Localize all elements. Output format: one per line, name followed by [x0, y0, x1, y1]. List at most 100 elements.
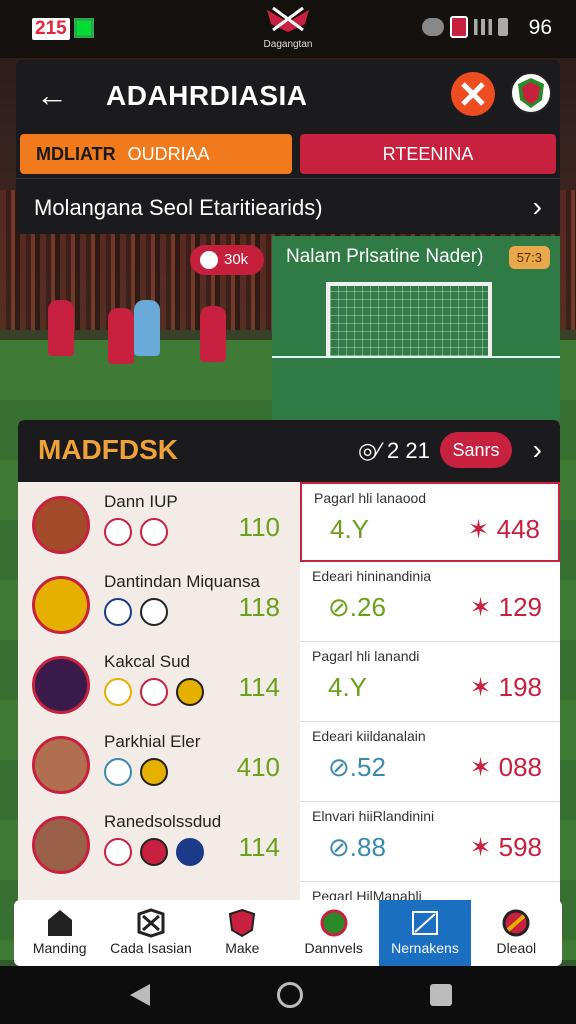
- stat-number: ✶ 448: [467, 514, 540, 544]
- stat-value: ⊘.26: [328, 592, 386, 622]
- recents-icon[interactable]: [430, 984, 452, 1006]
- player-score: 410: [236, 752, 280, 782]
- club-badge-icon: [140, 838, 168, 866]
- stat-number: ✶ 129: [469, 592, 542, 622]
- followers-count: 30k: [224, 251, 249, 268]
- followers-pill[interactable]: 30k: [190, 245, 264, 275]
- club-badge-icon: [176, 838, 204, 866]
- stat-number: ✶ 198: [469, 672, 542, 702]
- profile-avatar[interactable]: [510, 72, 552, 114]
- section-link-label: Molangana Seol Etaritiearids): [34, 195, 323, 220]
- nav-item-dannvels[interactable]: Dannvels: [288, 900, 379, 966]
- stat-label: Edeari kiildanalain: [312, 728, 426, 744]
- page-title: ADAHRDIASIA: [106, 80, 308, 111]
- battery-level: 96: [528, 16, 552, 39]
- nav-label: Make: [225, 940, 260, 956]
- home-circle-icon[interactable]: [277, 982, 303, 1008]
- crest-icon: [320, 909, 348, 937]
- tab-primary[interactable]: MDLIATR OUDRIAA: [20, 134, 292, 174]
- stat-row[interactable]: Edeari hininandinia ⊘.26 ✶ 129: [300, 562, 560, 642]
- player-name: Ranedsolssdud: [104, 812, 222, 831]
- tab-bar: MDLIATR OUDRIAA RTEENINA: [16, 132, 560, 178]
- stat-value: 4.Y: [330, 514, 370, 544]
- card-header: MADFDSK ◎⁄ 2 21 Sanrs ›: [18, 420, 560, 482]
- stat-value: ⊘.88: [328, 832, 386, 862]
- card-count: ◎⁄ 2 21: [358, 438, 430, 463]
- arrow-left-icon[interactable]: ←: [36, 78, 68, 112]
- list-item[interactable]: Kakcal Sud 114: [18, 646, 300, 726]
- player-score: 114: [238, 672, 280, 702]
- nav-item-cada[interactable]: Cada Isasian: [105, 900, 196, 966]
- logo-text: Dagangtan: [263, 39, 313, 50]
- tab-secondary[interactable]: RTEENINA: [300, 134, 556, 174]
- club-badge-icon: [140, 518, 168, 546]
- list-item[interactable]: Ranedsolssdud 114: [18, 806, 300, 886]
- stat-label: Pagarl hli lanandi: [312, 648, 420, 664]
- club-badge-icon: [140, 598, 168, 626]
- avatar: [32, 816, 90, 874]
- club-badge-icon: [104, 758, 132, 786]
- tab-primary-sublabel: OUDRIAA: [127, 144, 210, 164]
- status-icons: [422, 16, 508, 38]
- player-name: Parkhial Eler: [104, 732, 201, 751]
- chat-icon: [422, 18, 444, 36]
- card-action-button[interactable]: Sanrs: [440, 432, 512, 468]
- stat-row[interactable]: Elnvari hiiRlandinini ⊘.88 ✶ 598: [300, 802, 560, 882]
- nav-item-dleaol[interactable]: Dleaol: [471, 900, 562, 966]
- app-header: ← ADAHRDIASIA: [16, 60, 560, 132]
- stat-row[interactable]: Pagarl hli lanaood 4.Y ✶ 448: [300, 482, 560, 562]
- ball-icon: [502, 909, 530, 937]
- shield-icon: [229, 908, 256, 938]
- chevron-right-icon[interactable]: ›: [533, 434, 542, 466]
- avatar: [32, 656, 90, 714]
- players-image: [30, 290, 260, 410]
- goal-panel[interactable]: Nalam Prlsatine Nader) 57:3: [272, 236, 560, 420]
- player-score: 110: [238, 512, 280, 542]
- stat-label: Edeari hininandinia: [312, 568, 432, 584]
- list-item[interactable]: Parkhial Eler 410: [18, 726, 300, 806]
- shield-icon: [518, 78, 544, 108]
- nav-label: Manding: [32, 940, 87, 956]
- avatar: [32, 736, 90, 794]
- player-figure: [134, 300, 160, 356]
- list-item[interactable]: Dantindan Miquansa 118: [18, 566, 300, 646]
- player-name: Dann IUP: [104, 492, 178, 511]
- home-icon: [47, 910, 72, 936]
- stat-label: Pagarl hli lanaood: [314, 490, 427, 506]
- system-navigation: [0, 966, 576, 1024]
- player-name: Kakcal Sud: [104, 652, 190, 671]
- club-badge-icon: [176, 678, 204, 706]
- club-badge-icon: [140, 678, 168, 706]
- player-name: Dantindan Miquansa: [104, 572, 260, 591]
- leaderboard-card: MADFDSK ◎⁄ 2 21 Sanrs › Dann IUP 110 Dan…: [18, 420, 560, 920]
- goal-panel-title: Nalam Prlsatine Nader): [286, 246, 484, 267]
- player-figure: [108, 308, 134, 364]
- bottom-navigation: Manding Cada Isasian Make Dannvels Nerna…: [14, 900, 562, 966]
- status-badge: 215: [32, 18, 70, 40]
- back-icon[interactable]: [130, 984, 150, 1006]
- nav-item-home[interactable]: Manding: [14, 900, 105, 966]
- app-icon: [74, 18, 94, 38]
- goal-panel-badge: 57:3: [508, 246, 550, 269]
- nav-label: Cada Isasian: [110, 940, 192, 956]
- nav-label: Dannvels: [304, 940, 363, 956]
- map-icon: [411, 911, 438, 935]
- crest-icon: [450, 16, 468, 38]
- player-figure: [48, 300, 74, 356]
- avatar: [32, 496, 90, 554]
- stat-row[interactable]: Edeari kiildanalain ⊘.52 ✶ 088: [300, 722, 560, 802]
- stat-number: ✶ 598: [469, 832, 542, 862]
- stat-label: Elnvari hiiRlandinini: [312, 808, 435, 824]
- list-item[interactable]: Dann IUP 110: [18, 486, 300, 566]
- club-logo-button[interactable]: [451, 72, 495, 116]
- avatar: [32, 576, 90, 634]
- section-link[interactable]: Molangana Seol Etaritiearids) ›: [16, 178, 560, 234]
- stat-row[interactable]: Pagarl hli lanandi 4.Y ✶ 198: [300, 642, 560, 722]
- club-badge-icon: [140, 758, 168, 786]
- nav-label: Dleaol: [496, 940, 537, 956]
- club-badge-icon: [104, 678, 132, 706]
- nav-item-make[interactable]: Make: [197, 900, 288, 966]
- nav-item-nernakens[interactable]: Nernakens: [379, 900, 471, 966]
- brand-logo: Dagangtan: [262, 6, 314, 52]
- pitch-line: [272, 356, 560, 358]
